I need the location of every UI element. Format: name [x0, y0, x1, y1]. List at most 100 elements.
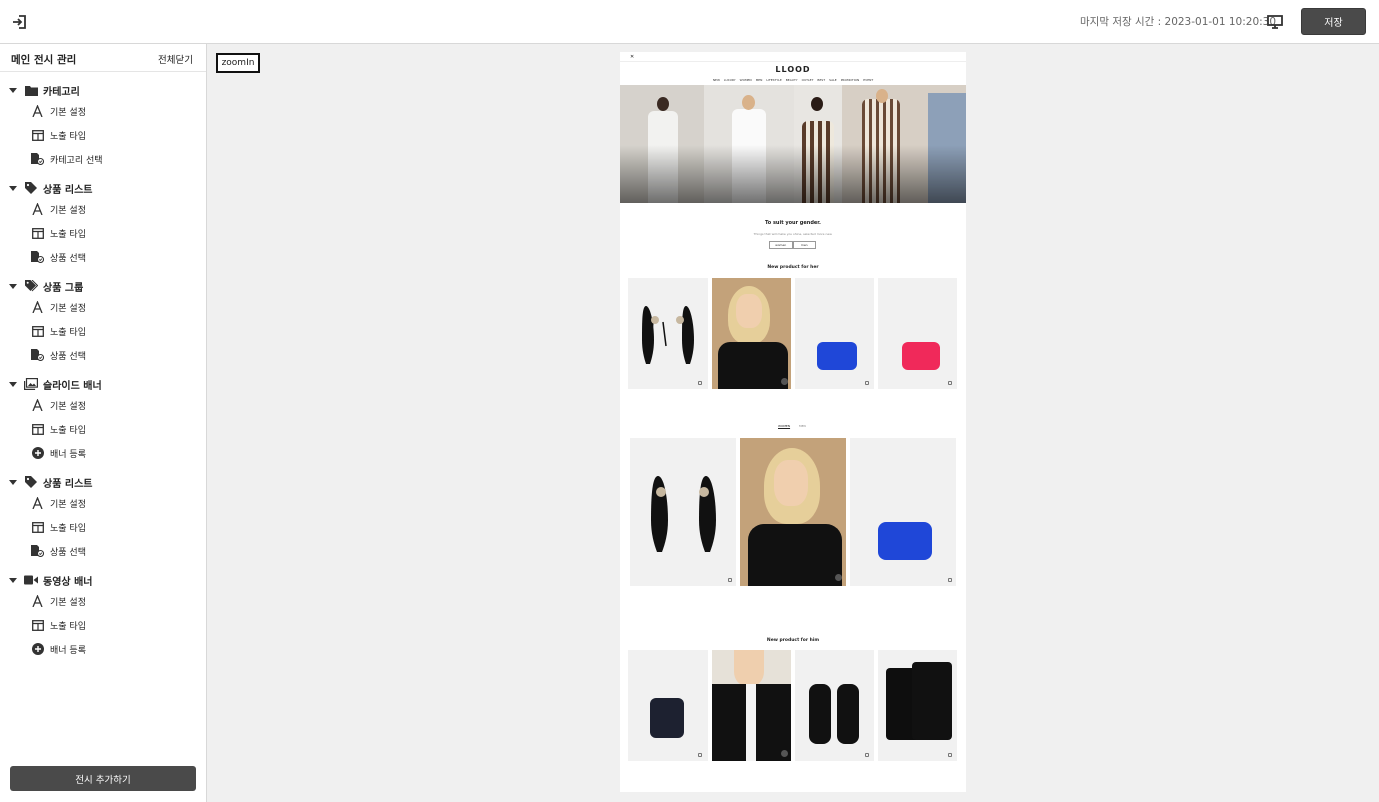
preview-nav-item: MEN — [755, 78, 763, 82]
wishlist-icon[interactable] — [948, 753, 952, 757]
preview-nav-item: NEW — [712, 78, 720, 82]
cart-icon[interactable] — [835, 574, 842, 581]
close-all-button[interactable]: 전체닫기 — [158, 52, 193, 66]
sub-item-display-type[interactable]: 노출 타입 — [31, 124, 86, 146]
sub-item-display-type[interactable]: 노출 타입 — [31, 418, 86, 440]
sub-item-basic-settings[interactable]: 기본 설정 — [31, 394, 86, 416]
section-header[interactable]: 카테고리 — [0, 78, 200, 102]
section-title-him: New product for him — [766, 638, 820, 643]
section-product-list-2: 상품 리스트 기본 설정 노출 타입 상품 선택 — [0, 470, 207, 568]
sub-item-product-select[interactable]: 상품 선택 — [31, 246, 86, 268]
sub-item-banner-register[interactable]: 배너 등록 — [31, 442, 86, 464]
model-jacket — [718, 342, 788, 389]
product-card[interactable] — [878, 650, 957, 761]
product-card[interactable] — [878, 278, 957, 389]
save-button[interactable]: 저장 — [1301, 8, 1366, 35]
caret-down-icon[interactable] — [9, 577, 17, 583]
product-card[interactable] — [628, 650, 708, 761]
sidebar-title: 메인 전시 관리 — [11, 54, 77, 66]
hero-figure-head — [811, 97, 823, 111]
wishlist-icon[interactable] — [728, 578, 732, 582]
sub-item-basic-settings[interactable]: 기본 설정 — [31, 100, 86, 122]
product-card[interactable] — [712, 278, 791, 389]
exit-icon[interactable] — [10, 12, 30, 32]
model-face — [734, 650, 764, 686]
text-icon — [31, 105, 44, 118]
product-card[interactable] — [795, 650, 874, 761]
sub-item-label: 카테고리 선택 — [50, 155, 103, 166]
product-card[interactable] — [712, 650, 791, 761]
sub-item-label: 상품 선택 — [50, 351, 86, 362]
wishlist-icon[interactable] — [865, 753, 869, 757]
tag-icon — [24, 181, 38, 195]
hero-figure-head — [876, 89, 888, 103]
gender-option-women[interactable]: women — [769, 241, 793, 249]
wishlist-icon[interactable] — [698, 753, 702, 757]
section-header[interactable]: 동영상 배너 — [0, 568, 200, 592]
preview-nav-item: SALE — [829, 78, 837, 82]
sub-item-label: 기본 설정 — [50, 401, 86, 412]
tag-icon — [24, 475, 38, 489]
preview-logo: LLOOD — [775, 65, 811, 74]
model-jacket — [748, 524, 842, 586]
section-slide-banner: 슬라이드 배너 기본 설정 노출 타입 배너 등록 — [0, 372, 207, 470]
product-card[interactable] — [628, 278, 708, 389]
cart-icon[interactable] — [781, 750, 788, 757]
wishlist-icon[interactable] — [948, 381, 952, 385]
section-product-list: 상품 리스트 기본 설정 노출 타입 상품 선택 — [0, 176, 207, 274]
folder-icon — [24, 83, 38, 97]
sub-item-label: 기본 설정 — [50, 303, 86, 314]
caret-down-icon[interactable] — [9, 185, 17, 191]
monitor-icon[interactable] — [1265, 12, 1285, 32]
section-header[interactable]: 슬라이드 배너 — [0, 372, 200, 396]
sub-item-display-type[interactable]: 노출 타입 — [31, 516, 86, 538]
section-video-banner: 동영상 배너 기본 설정 노출 타입 배너 등록 — [0, 568, 207, 666]
tab-women[interactable]: WOMEN — [778, 424, 790, 428]
sub-item-display-type[interactable]: 노출 타입 — [31, 320, 86, 342]
product-card[interactable] — [795, 278, 874, 389]
wishlist-icon[interactable] — [948, 578, 952, 582]
preview-nav-item: OUTLET — [801, 78, 814, 82]
sub-item-basic-settings[interactable]: 기본 설정 — [31, 492, 86, 514]
hero-figure-head — [742, 95, 755, 110]
caret-down-icon[interactable] — [9, 381, 17, 387]
sub-item-basic-settings[interactable]: 기본 설정 — [31, 296, 86, 318]
wishlist-icon[interactable] — [698, 381, 702, 385]
add-display-button[interactable]: 전시 추가하기 — [10, 766, 196, 791]
model-face — [736, 294, 762, 328]
blue-bag-image — [878, 522, 932, 560]
caret-down-icon[interactable] — [9, 283, 17, 289]
section-header[interactable]: 상품 리스트 — [0, 176, 200, 200]
sub-item-product-select[interactable]: 상품 선택 — [31, 344, 86, 366]
sub-item-product-select[interactable]: 상품 선택 — [31, 540, 86, 562]
product-card[interactable] — [740, 438, 846, 586]
gender-subtitle: Things that will make you shine, selecte… — [753, 232, 833, 236]
gender-toggle[interactable]: women men — [769, 241, 816, 249]
sub-item-display-type[interactable]: 노출 타입 — [31, 614, 86, 636]
product-card[interactable] — [630, 438, 736, 586]
sub-item-label: 노출 타입 — [50, 327, 86, 338]
zoom-in-button[interactable]: zoomIn — [216, 53, 260, 73]
tab-men[interactable]: MEN — [799, 424, 806, 428]
sub-item-banner-register[interactable]: 배너 등록 — [31, 638, 86, 660]
caret-down-icon[interactable] — [9, 87, 17, 93]
sub-item-label: 기본 설정 — [50, 499, 86, 510]
boot-image — [912, 662, 952, 740]
sub-item-label: 노출 타입 — [50, 229, 86, 240]
page-preview[interactable]: ✕ LLOOD NEW LUXURY WOMEN MEN LIFESTYLE B… — [620, 52, 966, 792]
preview-nav-item: BEST — [817, 78, 826, 82]
caret-down-icon[interactable] — [9, 479, 17, 485]
sub-item-display-type[interactable]: 노출 타입 — [31, 222, 86, 244]
text-icon — [31, 595, 44, 608]
wishlist-icon[interactable] — [865, 381, 869, 385]
section-header[interactable]: 상품 리스트 — [0, 470, 200, 494]
sub-item-label: 기본 설정 — [50, 107, 86, 118]
sub-item-category-select[interactable]: 카테고리 선택 — [31, 148, 103, 170]
section-header[interactable]: 상품 그룹 — [0, 274, 200, 298]
sub-item-basic-settings[interactable]: 기본 설정 — [31, 198, 86, 220]
cart-icon[interactable] — [781, 378, 788, 385]
file-select-icon — [31, 349, 44, 362]
gender-option-men[interactable]: men — [792, 241, 816, 249]
product-card[interactable] — [850, 438, 956, 586]
sub-item-basic-settings[interactable]: 기본 설정 — [31, 590, 86, 612]
